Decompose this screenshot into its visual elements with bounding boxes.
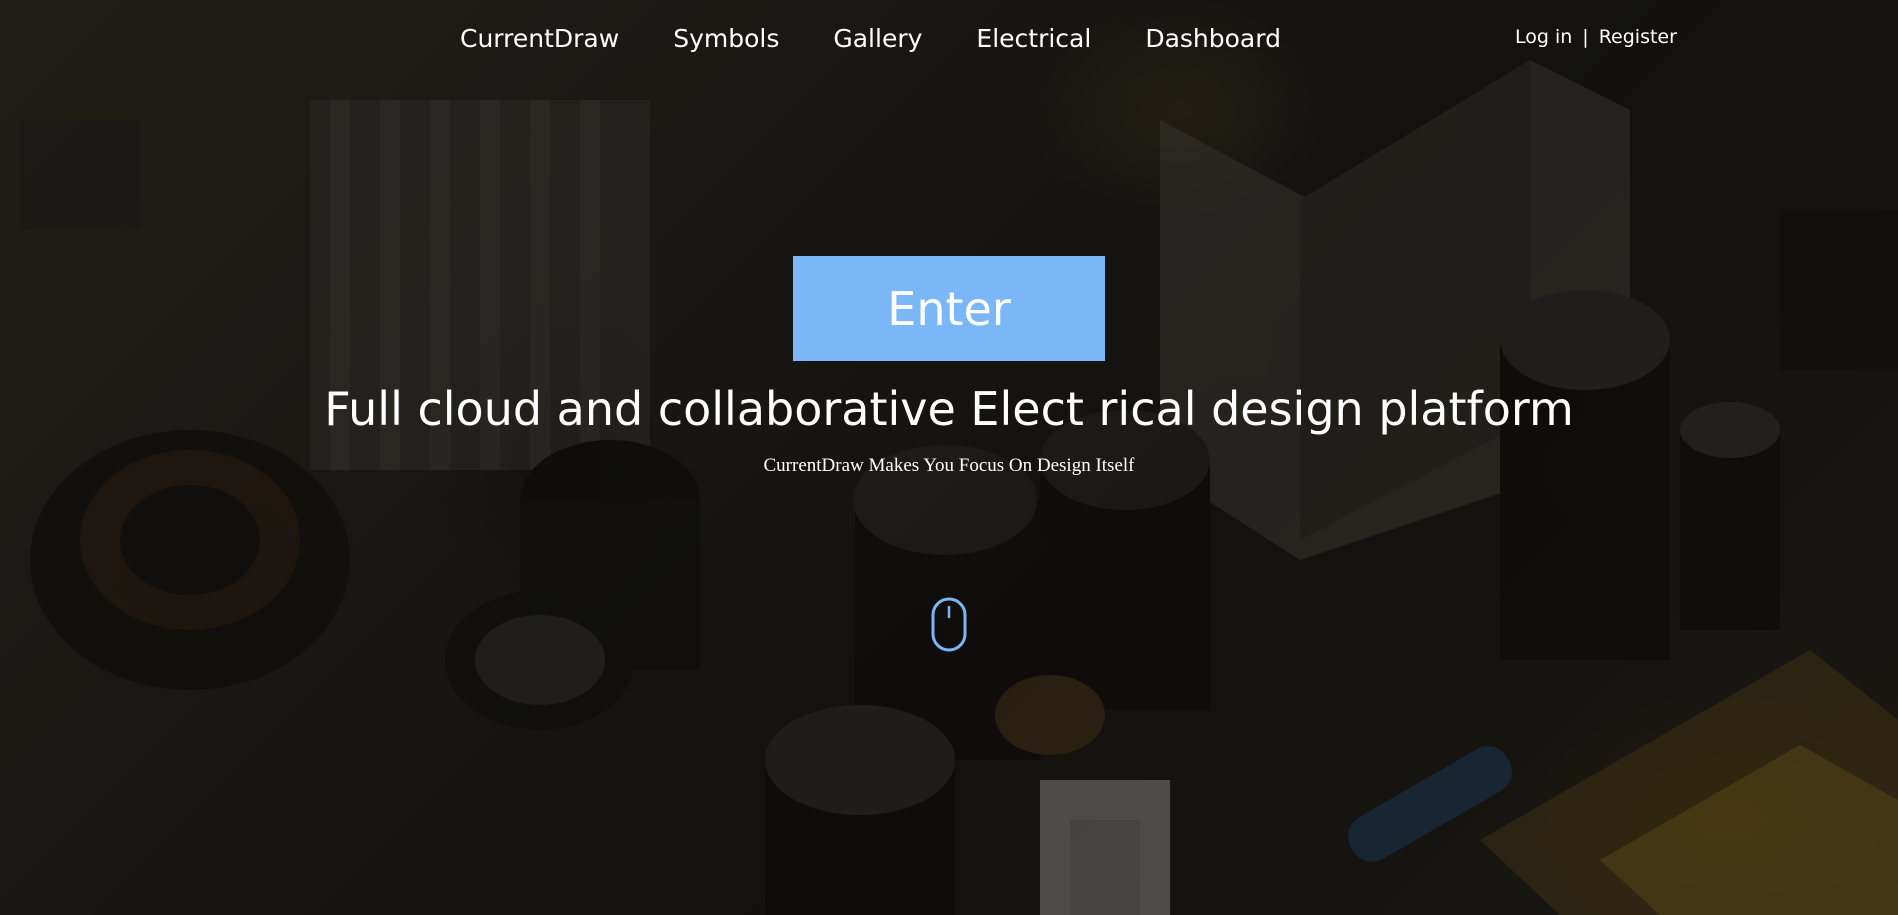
auth-links: Log in | Register	[1515, 26, 1677, 48]
login-link[interactable]: Log in	[1515, 26, 1572, 48]
mouse-scroll-icon[interactable]	[931, 597, 967, 652]
register-link[interactable]: Register	[1599, 26, 1677, 48]
nav-item-dashboard[interactable]: Dashboard	[1145, 24, 1281, 53]
hero-headline: Full cloud and collaborative Elect rical…	[324, 382, 1574, 436]
top-navigation: CurrentDraw Symbols Gallery Electrical D…	[460, 24, 1281, 53]
hero-subheadline: CurrentDraw Makes You Focus On Design It…	[763, 455, 1135, 476]
enter-button[interactable]: Enter	[793, 256, 1105, 361]
landing-page: CurrentDraw Symbols Gallery Electrical D…	[0, 0, 1898, 915]
nav-item-gallery[interactable]: Gallery	[833, 24, 922, 53]
auth-separator: |	[1582, 26, 1589, 48]
nav-item-currentdraw[interactable]: CurrentDraw	[460, 24, 619, 53]
nav-item-symbols[interactable]: Symbols	[673, 24, 779, 53]
nav-item-electrical[interactable]: Electrical	[976, 24, 1091, 53]
